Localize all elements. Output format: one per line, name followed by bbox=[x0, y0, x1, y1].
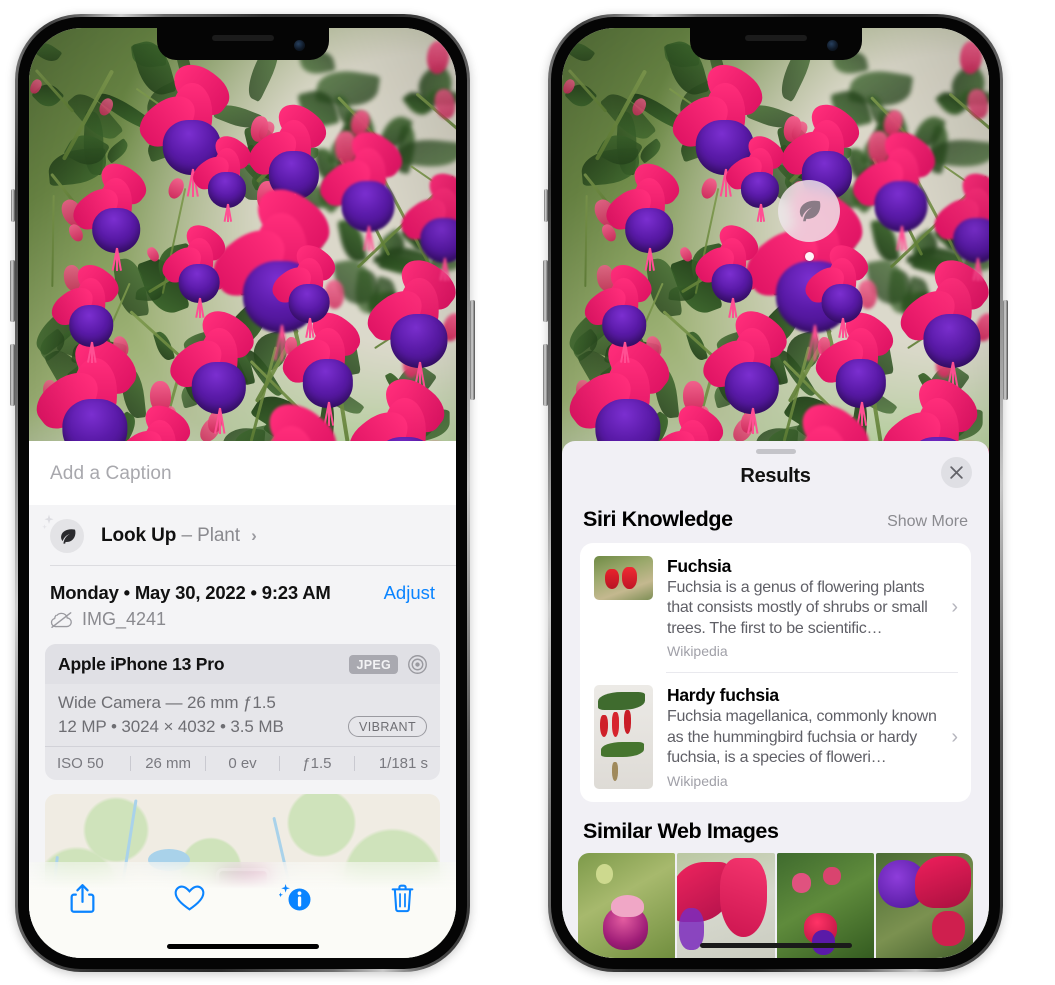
exif-aperture: ƒ1.5 bbox=[302, 755, 332, 772]
result-title: Hardy fuchsia bbox=[667, 685, 779, 706]
home-indicator[interactable] bbox=[699, 942, 852, 948]
power-button[interactable] bbox=[470, 300, 475, 400]
look-up-label: Look Up – Plant › bbox=[101, 525, 257, 547]
capture-date-row: Monday • May 30, 2022 • 9:23 AM Adjust bbox=[29, 566, 456, 607]
file-name: IMG_4241 bbox=[82, 609, 167, 629]
result-source: Wikipedia bbox=[667, 772, 728, 789]
caption-input[interactable]: Add a Caption bbox=[50, 463, 172, 484]
device-name: Apple iPhone 13 Pro bbox=[58, 654, 225, 674]
close-icon[interactable] bbox=[941, 457, 972, 488]
mute-switch[interactable] bbox=[544, 189, 548, 222]
volume-down-button[interactable] bbox=[10, 344, 15, 406]
style-badge: VIBRANT bbox=[348, 716, 427, 737]
similar-web-images-title: Similar Web Images bbox=[583, 819, 779, 844]
list-item[interactable]: Hardy fuchsia Fuchsia magellanica, commo… bbox=[580, 672, 971, 802]
siri-knowledge-header: Siri Knowledge Show More bbox=[562, 504, 989, 543]
earpiece-speaker bbox=[744, 35, 807, 41]
visual-look-up-badge[interactable] bbox=[778, 180, 840, 242]
favorite-button[interactable] bbox=[165, 876, 213, 920]
siri-knowledge-card: Fuchsia Fuchsia is a genus of flowering … bbox=[580, 543, 971, 803]
chevron-right-icon: › bbox=[951, 725, 958, 748]
result-description: Fuchsia is a genus of flowering plants t… bbox=[667, 579, 928, 637]
right-phone-bezel: Results Siri Knowledge Show More Fuchsia… bbox=[551, 17, 1000, 969]
exif-focal: 26 mm bbox=[145, 755, 192, 772]
divider bbox=[50, 565, 456, 566]
result-text: Hardy fuchsia Fuchsia magellanica, commo… bbox=[667, 685, 951, 789]
result-thumbnail bbox=[594, 556, 653, 600]
screenshot-stage: Add a Caption Look Up – Plant › Monday •… bbox=[0, 0, 1055, 985]
result-text: Fuchsia Fuchsia is a genus of flowering … bbox=[667, 556, 951, 659]
front-camera bbox=[293, 40, 305, 51]
siri-knowledge-title: Siri Knowledge bbox=[583, 507, 733, 531]
left-phone-screen: Add a Caption Look Up – Plant › Monday •… bbox=[29, 28, 456, 958]
look-up-row[interactable]: Look Up – Plant › bbox=[29, 505, 456, 566]
list-item[interactable] bbox=[578, 853, 676, 958]
format-badge: JPEG bbox=[349, 655, 398, 674]
chevron-right-icon: › bbox=[951, 596, 958, 619]
list-item[interactable]: Fuchsia Fuchsia is a genus of flowering … bbox=[580, 543, 971, 672]
list-item[interactable] bbox=[875, 853, 973, 958]
results-sheet: Results Siri Knowledge Show More Fuchsia… bbox=[562, 441, 989, 958]
look-up-subject: Plant bbox=[197, 525, 240, 546]
cloud-slash-icon bbox=[50, 611, 73, 628]
lens-info: Wide Camera — 26 mm ƒ1.5 bbox=[58, 693, 276, 712]
chevron-right-icon: › bbox=[251, 526, 257, 545]
delete-button[interactable] bbox=[379, 876, 427, 920]
volume-down-button[interactable] bbox=[543, 344, 548, 406]
left-phone-bezel: Add a Caption Look Up – Plant › Monday •… bbox=[18, 17, 467, 969]
front-camera bbox=[826, 40, 838, 51]
file-name-row: IMG_4241 bbox=[29, 607, 456, 641]
result-source: Wikipedia bbox=[667, 643, 728, 660]
divider bbox=[666, 672, 958, 674]
results-title: Results bbox=[740, 465, 811, 487]
size-info: 12 MP • 3024 × 4032 • 3.5 MB bbox=[58, 716, 284, 736]
notch bbox=[156, 28, 329, 60]
aperture-icon bbox=[407, 654, 428, 675]
volume-up-button[interactable] bbox=[543, 260, 548, 322]
caption-input-row[interactable]: Add a Caption bbox=[29, 441, 456, 505]
notch bbox=[689, 28, 862, 60]
look-up-dash: – bbox=[181, 525, 192, 546]
adjust-button[interactable]: Adjust bbox=[384, 582, 435, 604]
capture-date: Monday • May 30, 2022 • 9:23 AM bbox=[50, 582, 331, 603]
camera-metadata-card[interactable]: Apple iPhone 13 Pro JPEG Wide Camera — 2… bbox=[45, 644, 440, 780]
exif-row: ISO 50 26 mm 0 ev ƒ1.5 1/181 s bbox=[45, 746, 440, 780]
visual-look-up-anchor-dot bbox=[805, 252, 814, 261]
right-phone-device: Results Siri Knowledge Show More Fuchsia… bbox=[543, 14, 1008, 972]
show-more-button[interactable]: Show More bbox=[887, 513, 968, 531]
leaf-icon bbox=[50, 519, 84, 553]
result-title: Fuchsia bbox=[667, 556, 732, 576]
result-thumbnail bbox=[594, 685, 653, 790]
look-up-title: Look Up bbox=[101, 525, 177, 546]
share-button[interactable] bbox=[58, 876, 106, 920]
info-button[interactable] bbox=[272, 876, 320, 920]
left-phone-device: Add a Caption Look Up – Plant › Monday •… bbox=[10, 14, 475, 972]
exif-shutter: 1/181 s bbox=[378, 755, 429, 772]
results-header: Results bbox=[562, 454, 989, 504]
metadata-body: Wide Camera — 26 mm ƒ1.5 12 MP • 3024 × … bbox=[45, 684, 440, 746]
home-indicator[interactable] bbox=[166, 943, 319, 949]
volume-up-button[interactable] bbox=[10, 260, 15, 322]
mute-switch[interactable] bbox=[11, 189, 15, 222]
result-description: Fuchsia magellanica, commonly known as t… bbox=[667, 708, 937, 767]
exif-iso: ISO 50 bbox=[57, 755, 104, 772]
exif-exposure: 0 ev bbox=[228, 755, 257, 772]
earpiece-speaker bbox=[211, 35, 274, 41]
metadata-header: Apple iPhone 13 Pro JPEG bbox=[45, 644, 440, 684]
photo-info-sheet: Add a Caption Look Up – Plant › Monday •… bbox=[29, 441, 456, 958]
power-button[interactable] bbox=[1003, 300, 1008, 400]
right-phone-screen: Results Siri Knowledge Show More Fuchsia… bbox=[562, 28, 989, 958]
